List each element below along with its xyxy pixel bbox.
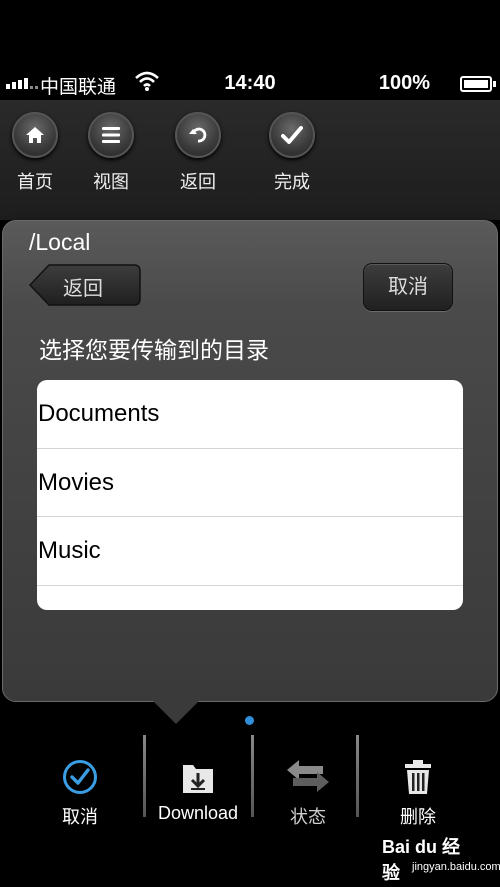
tab-separator [251,735,254,817]
folder-list: Documents Movies Music [37,380,463,610]
tab-download-label: Download [157,803,239,823]
check-circle-icon [30,735,130,795]
tab-cancel-label: 取消 [62,807,98,827]
folder-item-movies[interactable]: Movies [37,449,463,517]
tab-cancel[interactable]: 取消 [30,735,130,835]
home-icon [12,112,58,158]
dialog-prompt: 选择您要传输到的目录 [39,337,269,363]
toolbar-view-button[interactable]: 视图 [76,112,146,194]
watermark-url: jingyan.baidu.com [412,861,500,873]
tab-delete[interactable]: 删除 [368,735,468,835]
toolbar-home-button[interactable]: 首页 [0,112,70,194]
tab-download[interactable]: Download [148,735,248,835]
toolbar-back-label: 返回 [180,172,216,192]
download-folder-icon [148,735,248,795]
dialog-cancel-button[interactable]: 取消 [363,263,453,311]
trash-icon [368,735,468,795]
dialog-back-button[interactable]: 返回 [29,263,142,307]
tab-separator [356,735,359,817]
tab-separator [143,735,146,817]
battery-percentage: 100% [378,72,430,94]
popover-arrow [152,700,200,724]
toolbar-done-label: 完成 [274,172,310,192]
toolbar-done-button[interactable]: 完成 [257,112,327,194]
current-path: /Local [29,229,91,255]
folder-item-music[interactable]: Music [37,517,463,586]
folder-item-documents[interactable]: Documents [37,380,463,449]
dialog-back-label: 返回 [63,278,103,300]
tab-status-label: 状态 [290,807,326,827]
baidu-jingyan-watermark: Bai du 经验 jingyan.baidu.com [382,833,500,883]
folder-item-partial[interactable] [37,586,463,611]
tab-status[interactable]: 状态 [258,735,358,835]
menu-icon [88,112,134,158]
top-toolbar: 首页 视图 返回 完成 [0,100,500,220]
battery-icon [460,76,496,92]
tab-delete-label: 删除 [400,807,436,827]
page-indicator-dot [245,716,254,725]
watermark-logo: Bai du 经验 [382,837,461,883]
toolbar-home-label: 首页 [17,172,53,192]
toolbar-view-label: 视图 [93,172,129,192]
folder-picker-dialog: /Local 返回 取消 选择您要传输到的目录 Documents Movies… [2,220,498,702]
undo-icon [175,112,221,158]
check-icon [269,112,315,158]
transfer-arrows-icon [258,735,358,795]
toolbar-back-button[interactable]: 返回 [163,112,233,194]
status-bar: 中国联通 14:40 100% [0,0,500,100]
